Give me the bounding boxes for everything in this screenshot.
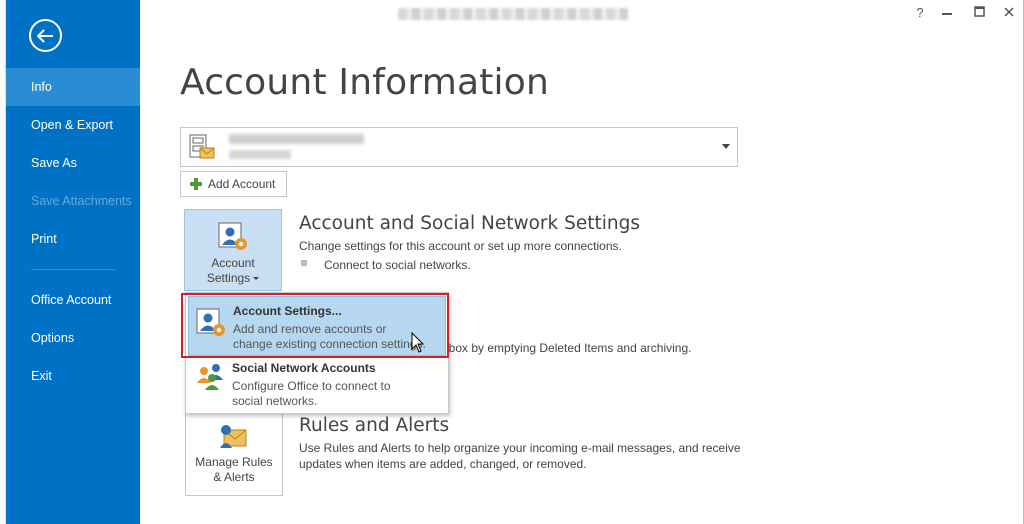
connect-social-link[interactable]: Connect to social networks.: [324, 257, 471, 274]
maximize-button[interactable]: [970, 4, 988, 22]
nav-item-exit[interactable]: Exit: [6, 357, 140, 395]
rules-description-1: Use Rules and Alerts to help organize yo…: [299, 441, 741, 455]
back-button[interactable]: [29, 19, 62, 52]
menu-item-desc-line1: Configure Office to connect to: [232, 379, 391, 393]
account-settings-description: Change settings for this account or set …: [299, 239, 622, 253]
nav-item-info[interactable]: Info: [6, 68, 140, 106]
maximize-icon: [973, 6, 985, 17]
nav-divider: [31, 269, 115, 270]
account-settings-icon: [218, 222, 247, 250]
nav-item-options[interactable]: Options: [6, 319, 140, 357]
backstage-sidebar: Info Open & Export Save As Save Attachme…: [6, 0, 140, 524]
account-settings-heading: Account and Social Network Settings: [299, 213, 640, 234]
nav-item-save-attachments: Save Attachments: [31, 194, 132, 208]
account-settings-label-1: Account: [211, 256, 255, 270]
minimize-button[interactable]: [938, 4, 956, 22]
add-account-button[interactable]: Add Account: [180, 171, 287, 197]
account-settings-button[interactable]: Account Settings: [184, 209, 282, 291]
social-network-icon: [197, 364, 223, 390]
menu-item-title: Social Network Accounts: [232, 361, 376, 375]
add-account-label: Add Account: [208, 177, 276, 191]
caret-down-icon: [253, 277, 260, 281]
rules-heading: Rules and Alerts: [299, 415, 450, 436]
backstage-nav: Info Open & Export Save As Save Attachme…: [6, 68, 140, 395]
manage-rules-label-1: Manage Rules: [195, 455, 273, 469]
account-email-redacted: [229, 134, 364, 144]
back-arrow-icon: [37, 28, 53, 43]
plus-icon: [190, 178, 202, 190]
nav-item-office-account[interactable]: Office Account: [6, 281, 140, 319]
help-button[interactable]: ?: [911, 4, 929, 22]
nav-item-open-export[interactable]: Open & Export: [6, 106, 140, 144]
account-type-redacted: [229, 150, 291, 159]
close-button[interactable]: [1000, 4, 1018, 22]
manage-rules-label-2: & Alerts: [213, 470, 255, 484]
nav-item-print[interactable]: Print: [6, 220, 140, 258]
annotation-highlight-box: [181, 293, 449, 358]
page-title: Account Information: [180, 62, 549, 103]
menu-item-desc-line2: social networks.: [232, 394, 318, 408]
rules-description-2: updates when items are added, changed, o…: [299, 457, 587, 471]
minimize-icon: [942, 13, 952, 15]
rules-alerts-icon: [220, 425, 247, 448]
bullet-icon: [301, 260, 307, 266]
chevron-down-icon: [722, 144, 730, 149]
window-title-redacted: [398, 8, 628, 20]
nav-item-save-as[interactable]: Save As: [6, 144, 140, 182]
manage-rules-button[interactable]: Manage Rules & Alerts: [185, 412, 283, 496]
mouse-pointer-icon: [411, 332, 425, 353]
menu-item-description: Configure Office to connect to social ne…: [232, 379, 442, 409]
account-settings-label-2: Settings: [206, 271, 251, 285]
mail-account-icon: [189, 134, 215, 159]
account-selector[interactable]: [180, 127, 738, 167]
cleanup-description: lbox by emptying Deleted Items and archi…: [446, 341, 692, 355]
close-icon: [1004, 7, 1014, 17]
menu-item-social-network-accounts[interactable]: Social Network Accounts Configure Office…: [188, 357, 446, 417]
